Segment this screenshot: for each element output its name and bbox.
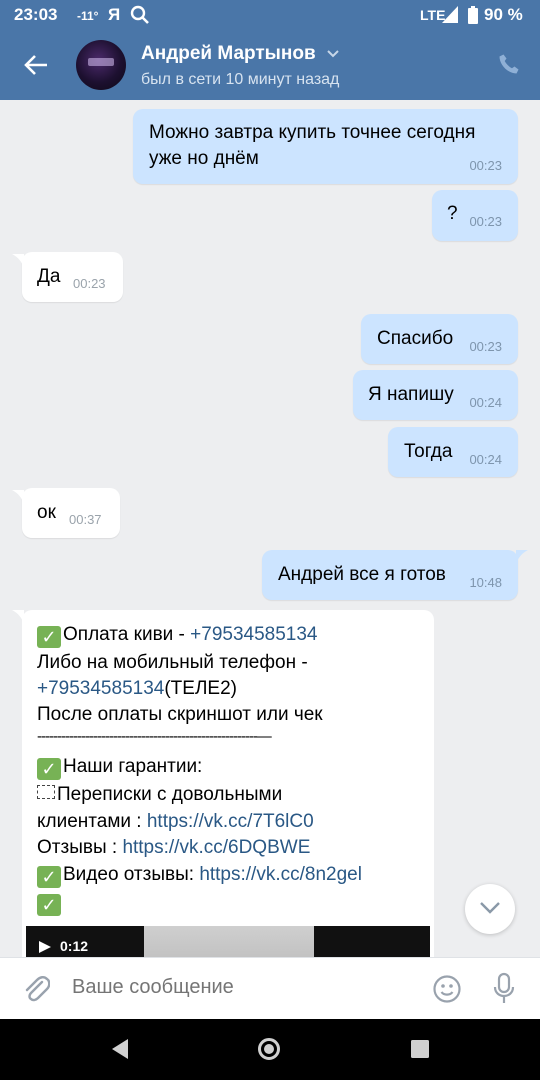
system-nav-bar (0, 1019, 540, 1080)
reviews-line: Отзывы : https://vk.cc/6DQBWE (37, 837, 310, 859)
microphone-icon[interactable] (492, 972, 516, 1006)
status-temperature: -11° (77, 9, 99, 23)
message-text: Отзывы : (37, 837, 123, 858)
paperclip-icon[interactable] (22, 974, 50, 1004)
message-time: 00:37 (69, 512, 102, 527)
phone-icon[interactable] (497, 52, 521, 76)
status-time: 23:03 (14, 5, 58, 24)
yandex-icon: Я (108, 5, 121, 24)
last-seen-status: был в сети 10 минут назад (141, 71, 340, 88)
battery-icon (468, 6, 478, 24)
message-text: Андрей все я готов (278, 564, 446, 585)
video-attachment[interactable]: 0:12 (26, 926, 430, 957)
message-text: клиентами : (37, 811, 147, 832)
message-bubble-outgoing[interactable]: Андрей все я готов 10:48 (262, 550, 518, 600)
message-composer (0, 957, 540, 1019)
check-mark-icon: ✓ (37, 758, 61, 780)
scroll-down-button[interactable] (465, 884, 515, 934)
contact-name[interactable]: Андрей Мартынов (141, 43, 316, 65)
guarantees-line: ✓ Наши гарантии: (37, 756, 202, 780)
home-circle-icon[interactable] (257, 1037, 281, 1061)
message-time: 00:23 (469, 214, 502, 229)
message-text: Можно завтра купить точнее сегодня уже н… (149, 122, 476, 169)
url-link[interactable]: https://vk.cc/8n2gel (199, 864, 362, 885)
message-text: ок (37, 502, 56, 523)
signal-icon (442, 6, 458, 23)
message-text: После оплаты скриншот или чек (37, 704, 323, 725)
status-bar: 23:03 -11° Я LTE 90 % (0, 0, 540, 30)
chat-header: Андрей Мартынов был в сети 10 минут наза… (0, 30, 540, 100)
message-text: Переписки с довольными (57, 784, 283, 805)
message-bubble-outgoing[interactable]: Спасибо 00:23 (361, 314, 518, 364)
message-time: 00:23 (469, 158, 502, 173)
message-text: ? (447, 203, 458, 224)
message-text: Наши гарантии: (63, 756, 203, 777)
message-time: 00:23 (469, 339, 502, 354)
message-text: Спасибо (377, 328, 454, 349)
message-bubble-outgoing[interactable]: Я напишу 00:24 (353, 370, 518, 420)
message-text: Оплата киви - (63, 624, 191, 645)
message-list[interactable]: Можно завтра купить точнее сегодня уже н… (0, 100, 540, 957)
phone-link[interactable]: +79534585134 (37, 678, 164, 699)
check-mark-icon: ✓ (37, 626, 61, 648)
check-mark-icon: ✓ (37, 866, 61, 888)
url-link[interactable]: https://vk.cc/6DQBWE (122, 837, 310, 858)
play-icon[interactable] (38, 940, 52, 954)
url-link[interactable]: https://vk.cc/7T6lC0 (147, 811, 314, 832)
back-arrow-icon[interactable] (22, 51, 50, 79)
phone-link[interactable]: +79534585134 (190, 624, 317, 645)
reviews-line: клиентами : https://vk.cc/7T6lC0 (37, 811, 314, 833)
emoji-icon[interactable] (432, 974, 462, 1004)
message-time: 00:23 (73, 276, 106, 291)
message-time: 00:24 (469, 395, 502, 410)
message-time: 10:48 (469, 575, 502, 590)
check-line: ✓ (37, 892, 63, 916)
phone-line: +79534585134(ТЕЛЕ2) (37, 678, 237, 700)
message-text: (ТЕЛЕ2) (164, 678, 237, 699)
battery-percent: 90 % (484, 5, 523, 24)
chevron-down-icon (480, 902, 500, 914)
message-text: Тогда (404, 441, 453, 462)
video-duration: 0:12 (60, 938, 89, 954)
back-triangle-icon[interactable] (110, 1038, 130, 1060)
message-input[interactable] (72, 976, 402, 999)
message-text: Переписки с довольными (37, 784, 282, 806)
chevron-down-icon[interactable] (326, 49, 340, 59)
message-bubble-incoming[interactable]: Да 00:23 (22, 252, 123, 302)
unknown-glyph-icon (37, 785, 55, 799)
separator-text: ----------------------------------------… (37, 728, 272, 745)
message-text: Да (37, 266, 61, 287)
bubble-tail (12, 254, 24, 268)
bubble-tail (516, 550, 528, 564)
check-mark-icon: ✓ (37, 894, 61, 916)
payment-line: ✓ Оплата киви - +79534585134 (37, 624, 318, 648)
message-time: 00:24 (469, 452, 502, 467)
bubble-tail (12, 490, 24, 504)
video-reviews-line: ✓ Видео отзывы: https://vk.cc/8n2gel (37, 864, 362, 888)
message-text: Либо на мобильный телефон - (37, 652, 308, 673)
search-icon (130, 5, 149, 24)
message-bubble-incoming[interactable]: ок 00:37 (22, 488, 120, 538)
message-text: Я напишу (368, 384, 454, 405)
video-thumbnail (144, 926, 314, 957)
message-bubble-incoming-long[interactable]: ✓ Оплата киви - +79534585134 Либо на моби… (22, 610, 434, 957)
message-bubble-outgoing[interactable]: Можно завтра купить точнее сегодня уже н… (133, 109, 518, 184)
recents-square-icon[interactable] (410, 1039, 430, 1059)
message-bubble-outgoing[interactable]: Тогда 00:24 (388, 427, 518, 477)
avatar[interactable] (76, 40, 126, 90)
message-bubble-outgoing[interactable]: ? 00:23 (432, 190, 518, 241)
message-text: Видео отзывы: (63, 864, 200, 885)
